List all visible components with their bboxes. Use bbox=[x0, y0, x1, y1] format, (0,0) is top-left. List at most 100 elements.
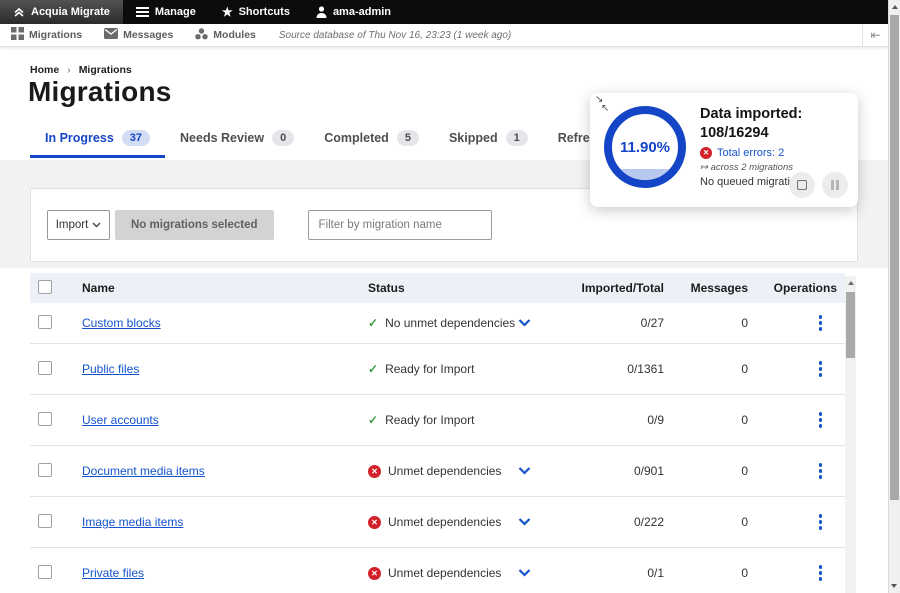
tab-label: Needs Review bbox=[180, 131, 264, 145]
toolbar-item-migrations[interactable]: Migrations bbox=[0, 24, 93, 46]
import-control-buttons bbox=[789, 172, 848, 198]
error-circle-icon: ✕ bbox=[368, 567, 381, 580]
expand-status-chevron[interactable] bbox=[518, 467, 552, 475]
toolbar-migrations-label: Migrations bbox=[29, 29, 82, 41]
row-operations-cell bbox=[748, 312, 841, 334]
row-checkbox[interactable] bbox=[38, 565, 52, 579]
total-errors-label: Total errors: 2 bbox=[717, 147, 784, 159]
table-header-row: Name Status Imported/Total Messages Oper… bbox=[30, 273, 845, 303]
migration-name-link[interactable]: Public files bbox=[82, 362, 139, 376]
row-operations-cell bbox=[748, 562, 841, 584]
stop-import-button[interactable] bbox=[789, 172, 815, 198]
header-messages: Messages bbox=[664, 281, 748, 295]
scroll-up-arrow-icon bbox=[892, 5, 898, 9]
tab-in-progress[interactable]: In Progress 37 bbox=[30, 122, 165, 158]
pause-import-button[interactable] bbox=[822, 172, 848, 198]
row-status-cell: ✕ Unmet dependencies bbox=[368, 566, 518, 580]
header-name: Name bbox=[78, 281, 368, 295]
table-scrollbar-thumb[interactable] bbox=[846, 292, 855, 358]
check-icon: ✓ bbox=[368, 362, 378, 376]
total-errors-link[interactable]: ✕ Total errors: 2 bbox=[700, 147, 852, 159]
status-text: Unmet dependencies bbox=[388, 515, 501, 529]
migration-name-link[interactable]: Private files bbox=[82, 566, 144, 580]
operations-menu-button[interactable] bbox=[816, 460, 826, 482]
messages-count: 0 bbox=[664, 515, 748, 529]
window-scrollbar-thumb[interactable] bbox=[890, 15, 899, 500]
import-dropdown-button[interactable]: Import bbox=[47, 210, 110, 240]
migrations-table: Name Status Imported/Total Messages Oper… bbox=[30, 273, 845, 593]
table-row: Private files ✕ Unmet dependencies 0/1 0 bbox=[30, 548, 845, 593]
select-all-checkbox[interactable] bbox=[38, 280, 52, 294]
status-text: Unmet dependencies bbox=[388, 566, 501, 580]
row-name-cell: Document media items bbox=[78, 464, 368, 478]
topbar-item-shortcuts[interactable]: ★ Shortcuts bbox=[209, 0, 303, 24]
operations-menu-button[interactable] bbox=[816, 312, 826, 334]
migration-name-link[interactable]: Document media items bbox=[82, 464, 205, 478]
row-status-cell: ✓ No unmet dependencies bbox=[368, 316, 518, 330]
scroll-down-arrow-icon bbox=[891, 584, 897, 588]
row-checkbox-cell bbox=[30, 412, 78, 429]
migration-name-link[interactable]: User accounts bbox=[82, 413, 159, 427]
collapse-toolbar-button[interactable]: ⇤ bbox=[862, 24, 888, 46]
tab-needs-review[interactable]: Needs Review 0 bbox=[165, 122, 309, 158]
migration-filter-input[interactable] bbox=[308, 210, 492, 240]
expand-status-chevron[interactable] bbox=[518, 569, 552, 577]
row-status-cell: ✕ Unmet dependencies bbox=[368, 464, 518, 478]
row-checkbox[interactable] bbox=[38, 514, 52, 528]
check-icon: ✓ bbox=[368, 316, 378, 330]
operations-menu-button[interactable] bbox=[816, 409, 826, 431]
migration-name-link[interactable]: Image media items bbox=[82, 515, 183, 529]
row-checkbox[interactable] bbox=[38, 361, 52, 375]
row-operations-cell bbox=[748, 409, 841, 431]
status-text: Ready for Import bbox=[385, 362, 474, 376]
topbar-manage-label: Manage bbox=[155, 6, 196, 18]
table-row: Custom blocks ✓ No unmet dependencies 0/… bbox=[30, 303, 845, 344]
row-name-cell: Public files bbox=[78, 362, 368, 376]
row-checkbox[interactable] bbox=[38, 412, 52, 426]
header-status: Status bbox=[368, 281, 518, 295]
toolbar-item-messages[interactable]: Messages bbox=[93, 24, 184, 46]
operations-menu-button[interactable] bbox=[816, 511, 826, 533]
tab-skipped[interactable]: Skipped 1 bbox=[434, 122, 543, 158]
tab-count-badge: 37 bbox=[122, 130, 150, 146]
row-status-cell: ✓ Ready for Import bbox=[368, 362, 518, 376]
toolbar-item-modules[interactable]: Modules bbox=[184, 24, 267, 46]
operations-menu-button[interactable] bbox=[816, 358, 826, 380]
row-checkbox[interactable] bbox=[38, 463, 52, 477]
tab-count-badge: 1 bbox=[506, 130, 528, 146]
operations-menu-button[interactable] bbox=[816, 562, 826, 584]
expand-status-chevron[interactable] bbox=[518, 518, 552, 526]
modules-icon bbox=[195, 28, 208, 43]
table-scrollbar[interactable] bbox=[845, 276, 856, 593]
migration-name-link[interactable]: Custom blocks bbox=[82, 316, 161, 330]
import-status-card: ↘ ↖ 11.90% Data imported: 108/16294 ✕ To… bbox=[590, 93, 858, 207]
row-checkbox-cell bbox=[30, 463, 78, 480]
toolbar-modules-label: Modules bbox=[213, 29, 256, 41]
topbar-item-manage[interactable]: Manage bbox=[123, 0, 209, 24]
topbar-item-acquia-migrate[interactable]: Acquia Migrate bbox=[0, 0, 123, 24]
grid-icon bbox=[11, 27, 24, 43]
row-checkbox-cell bbox=[30, 361, 78, 378]
row-name-cell: Image media items bbox=[78, 515, 368, 529]
imported-total-value: 0/1 bbox=[552, 566, 664, 580]
user-icon bbox=[316, 6, 327, 18]
messages-count: 0 bbox=[664, 362, 748, 376]
row-checkbox-cell bbox=[30, 315, 78, 332]
header-operations: Operations bbox=[748, 281, 841, 295]
breadcrumb-home-link[interactable]: Home bbox=[30, 64, 59, 76]
error-circle-icon: ✕ bbox=[368, 516, 381, 529]
tab-completed[interactable]: Completed 5 bbox=[309, 122, 434, 158]
selection-status-button: No migrations selected bbox=[115, 210, 274, 240]
messages-count: 0 bbox=[664, 464, 748, 478]
topbar-item-user[interactable]: ama-admin bbox=[303, 0, 404, 24]
tab-label: Completed bbox=[324, 131, 389, 145]
row-checkbox[interactable] bbox=[38, 315, 52, 329]
double-chevron-up-icon bbox=[13, 6, 25, 18]
status-text: No unmet dependencies bbox=[385, 316, 515, 330]
expand-status-chevron[interactable] bbox=[518, 319, 552, 327]
error-circle-icon: ✕ bbox=[368, 465, 381, 478]
window-scrollbar[interactable] bbox=[888, 0, 900, 593]
topbar-user-label: ama-admin bbox=[333, 6, 391, 18]
breadcrumb: Home › Migrations bbox=[30, 64, 132, 76]
header-checkbox-cell bbox=[30, 280, 78, 297]
